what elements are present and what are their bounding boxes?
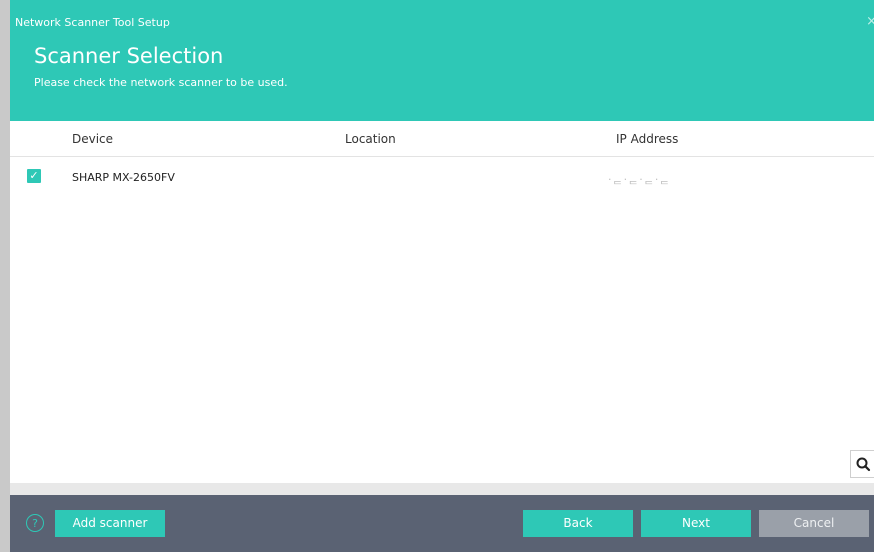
window-title: Network Scanner Tool Setup	[15, 16, 170, 29]
table-header: Device Location IP Address	[10, 121, 874, 157]
scanner-table: Device Location IP Address ✓ SHARP MX-26…	[10, 121, 874, 483]
horizontal-scrollbar[interactable]	[10, 483, 874, 495]
add-scanner-button[interactable]: Add scanner	[55, 510, 165, 537]
checkmark-icon[interactable]: ✓	[27, 169, 41, 183]
help-icon[interactable]: ?	[26, 514, 44, 532]
next-button[interactable]: Next	[641, 510, 751, 537]
search-button[interactable]	[850, 450, 874, 478]
page-title: Scanner Selection	[34, 44, 224, 68]
column-header-ip-address[interactable]: IP Address	[616, 132, 678, 146]
cell-ip-address: ·ᆮ·ᆮ·ᆮ·ᆮ	[608, 173, 671, 186]
column-header-device[interactable]: Device	[72, 132, 113, 146]
footer-bar: ? Add scanner Back Next Cancel	[10, 495, 874, 552]
back-button[interactable]: Back	[523, 510, 633, 537]
search-icon	[856, 457, 871, 472]
cell-device: SHARP MX-2650FV	[72, 171, 175, 184]
column-header-location[interactable]: Location	[345, 132, 396, 146]
cancel-button[interactable]: Cancel	[759, 510, 869, 537]
table-row[interactable]: ✓ SHARP MX-2650FV ·ᆮ·ᆮ·ᆮ·ᆮ	[10, 157, 874, 195]
close-icon[interactable]: ×	[866, 14, 874, 29]
header: Network Scanner Tool Setup × Scanner Sel…	[10, 0, 874, 121]
setup-window: Network Scanner Tool Setup × Scanner Sel…	[10, 0, 874, 552]
page-subtitle: Please check the network scanner to be u…	[34, 76, 288, 89]
